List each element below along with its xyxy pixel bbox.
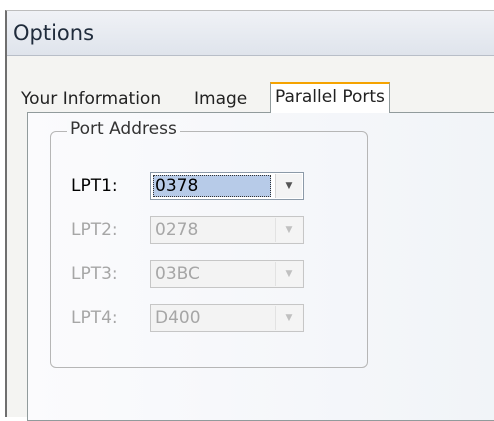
lpt2-value: 0278 xyxy=(155,220,199,240)
lpt4-select: D400 ▼ xyxy=(150,304,304,332)
chevron-down-icon: ▼ xyxy=(275,306,302,330)
lpt3-label: LPT3: xyxy=(71,264,118,284)
tab-your-information[interactable]: Your Information xyxy=(17,86,165,112)
lpt1-label: LPT1: xyxy=(71,176,118,196)
tab-parallel-ports[interactable]: Parallel Ports xyxy=(270,82,390,113)
lpt1-select[interactable]: 0378 ▼ xyxy=(150,172,304,200)
lpt1-value[interactable]: 0378 xyxy=(153,175,271,197)
tab-image[interactable]: Image xyxy=(190,86,251,112)
lpt4-label: LPT4: xyxy=(71,308,118,328)
chevron-down-icon[interactable]: ▼ xyxy=(275,174,302,198)
port-address-label: Port Address xyxy=(67,119,180,139)
options-dialog: Options Your Information Image Parallel … xyxy=(5,10,494,421)
chevron-down-icon: ▼ xyxy=(275,218,302,242)
lpt3-select: 03BC ▼ xyxy=(150,260,304,288)
lpt2-select: 0278 ▼ xyxy=(150,216,304,244)
port-address-group: Port Address LPT1: 0378 ▼ LPT2: 0278 ▼ L… xyxy=(50,119,368,368)
dialog-content: Your Information Image Parallel Ports Po… xyxy=(7,56,494,421)
lpt3-value: 03BC xyxy=(155,264,200,284)
lpt4-value: D400 xyxy=(155,308,201,328)
title-bar[interactable]: Options xyxy=(7,11,494,56)
lpt2-label: LPT2: xyxy=(71,220,118,240)
window-title: Options xyxy=(13,21,95,45)
parallel-ports-panel: Port Address LPT1: 0378 ▼ LPT2: 0278 ▼ L… xyxy=(27,112,494,421)
chevron-down-icon: ▼ xyxy=(275,262,302,286)
